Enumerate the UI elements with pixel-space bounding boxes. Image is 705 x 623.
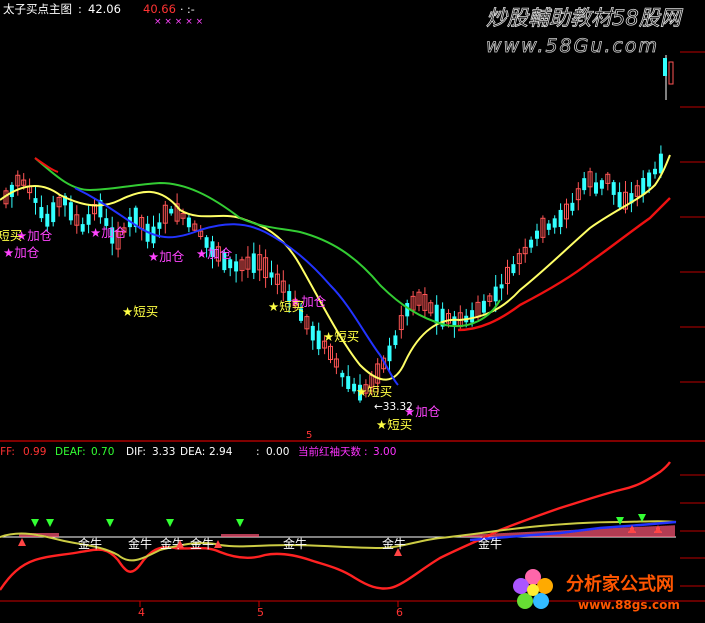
golden-label: 金牛	[190, 536, 214, 551]
x-label-4: 4	[138, 606, 145, 619]
candle-body-down	[393, 335, 398, 346]
header-value-high: 42.06	[88, 2, 121, 16]
candle-body-down	[33, 198, 38, 203]
legend-blank-value: 0.00	[266, 446, 289, 458]
candle-body-down	[39, 207, 44, 219]
watermark-top-cn: 炒股輔助教材58股网	[486, 6, 684, 30]
legend-diff-label: IFF:	[0, 446, 15, 458]
mid-marker: 5	[306, 430, 312, 441]
candle-body-down	[269, 272, 274, 278]
golden-label: 金牛	[478, 536, 502, 551]
legend-blank-label: :	[256, 446, 260, 458]
x-label-6: 6	[396, 606, 403, 619]
candle-body-down	[511, 264, 516, 274]
candle-body-down	[552, 218, 557, 228]
candle-body-down	[186, 217, 191, 228]
chart-background	[0, 0, 705, 623]
candle-body-down	[641, 177, 646, 195]
legend-deaf-value: 0.70	[91, 446, 114, 458]
mark-duanmai: ★短买	[122, 304, 158, 319]
candle-body-down	[316, 330, 321, 350]
chart-title: 太子买点主图	[3, 2, 72, 16]
candle-body-down	[45, 213, 50, 227]
candle-body-down	[570, 202, 575, 211]
candle-body-down	[169, 208, 174, 214]
golden-label: 金牛	[382, 536, 406, 551]
watermark-bottom-cn: 分析家公式网	[566, 573, 674, 595]
candle-body-down	[535, 230, 539, 239]
candle-body-down	[663, 58, 667, 76]
candle-body-down	[452, 316, 457, 327]
candle-body-down	[617, 192, 622, 208]
legend-diff-value: 0.99	[23, 446, 46, 458]
watermark-bottom-url: www.88gs.com	[578, 598, 680, 612]
legend-dea-value: 2.94	[209, 446, 233, 458]
legend-red-days-value: 3.00	[373, 446, 396, 458]
candle-body-down	[68, 202, 73, 221]
candle-body-down	[405, 303, 410, 317]
candle-body-down	[434, 304, 439, 324]
candle-body-down	[594, 182, 598, 194]
mark-duanmai: ★短买	[0, 228, 22, 243]
golden-label: 金牛	[128, 536, 152, 551]
legend-dea-label: DEA:	[180, 446, 205, 458]
candle-body-down	[653, 168, 657, 175]
legend-dif-label: DIF:	[126, 446, 146, 458]
candle-body-down	[470, 310, 475, 323]
watermark-bottom: 分析家公式网 www.88gs.com	[513, 569, 680, 612]
candle-body-down	[251, 253, 256, 273]
candle-body-down	[234, 261, 239, 272]
mark-duanmai: ★短买	[268, 299, 304, 314]
candle-body-down	[340, 372, 345, 378]
golden-label: 金牛	[78, 536, 102, 551]
indicator-legend: IFF: 0.99 DEAF: 0.70 DIF: 3.33 DEA: 2.94…	[0, 445, 396, 458]
candle-body-down	[86, 214, 91, 225]
legend-dif-value: 3.33	[152, 446, 175, 458]
candle-body-down	[599, 180, 604, 189]
candle-body-down	[346, 376, 351, 389]
mark-duanmai: ★短买	[323, 329, 359, 344]
stock-chart: 5 ★加仓★加仓★加仓★加仓★加仓★加仓★加仓★短买★短买★短买★短买★短买★短…	[0, 0, 705, 623]
candle-body-down	[157, 222, 162, 229]
candle-body-down	[546, 223, 551, 230]
candle-body-down	[80, 224, 85, 232]
header-x-marks: × × × × ×	[154, 17, 203, 27]
header-sep: :	[78, 2, 82, 16]
x-label-5: 5	[257, 606, 264, 619]
candle-body-down	[310, 325, 315, 341]
legend-red-days-colon: :	[364, 446, 368, 458]
golden-label: 金牛	[283, 536, 307, 551]
candle-body-down	[387, 345, 392, 362]
candle-body-down	[582, 178, 587, 191]
mark-duanmai: ★短买	[356, 384, 392, 399]
mark-jiacang: ★加仓	[196, 246, 233, 261]
header-value-low: 40.66	[143, 2, 176, 16]
candle-body-down	[481, 300, 486, 313]
header-extra: · :-	[180, 3, 195, 16]
candle-body-down	[493, 286, 498, 302]
candle-body-down	[558, 209, 563, 228]
low-price-label: ←33.32	[374, 401, 413, 413]
mark-jiacang: ★加仓	[90, 225, 127, 240]
mark-duanmai: ★短买	[376, 417, 412, 432]
legend-deaf-label: DEAF:	[55, 446, 86, 458]
candle-body-down	[51, 202, 56, 223]
mark-jiacang: ★加仓	[148, 249, 185, 264]
candle-body-down	[499, 284, 504, 289]
mark-jiacang: ★加仓	[3, 245, 40, 260]
candle-body-down	[529, 239, 534, 248]
watermark-top-url: www.58Gu.com	[486, 35, 659, 57]
legend-red-days-label: 当前红袖天数	[298, 445, 361, 458]
candle-body-down	[647, 172, 652, 187]
candle-body-down	[611, 182, 616, 195]
